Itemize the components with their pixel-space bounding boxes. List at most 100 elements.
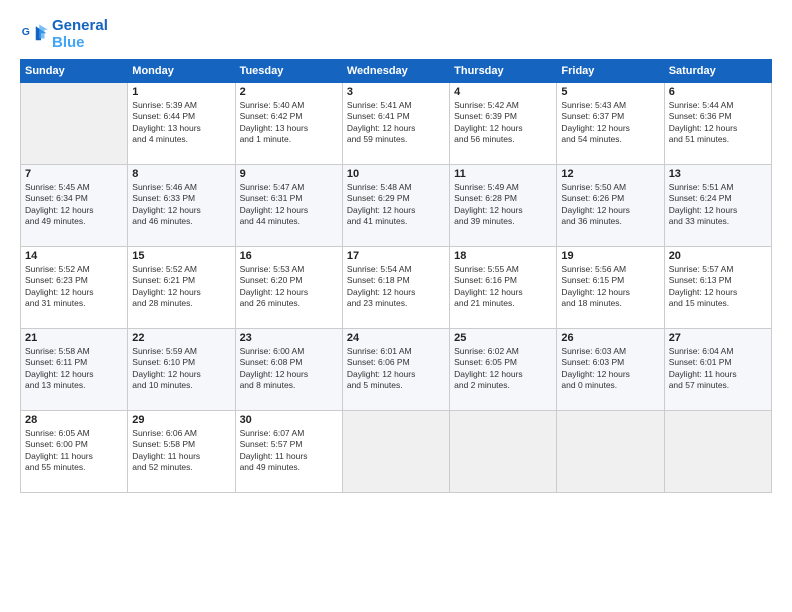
day-number: 3 (347, 86, 445, 98)
calendar-cell: 29Sunrise: 6:06 AM Sunset: 5:58 PM Dayli… (128, 411, 235, 493)
calendar-cell: 11 Sunrise: 5:49 AM Sunset: 6:28 PM Dayli… (450, 165, 557, 247)
calendar-cell: 18Sunrise: 5:55 AM Sunset: 6:16 PM Dayli… (450, 247, 557, 329)
calendar-cell (664, 411, 771, 493)
day-info: Sunrise: 5:48 AM Sunset: 6:29 PM Dayligh… (347, 182, 445, 228)
calendar-cell: 28 Sunrise: 6:05 AM Sunset: 6:00 PM Dayli… (21, 411, 128, 493)
day-number: 26 (561, 332, 659, 344)
svg-text:G: G (22, 26, 30, 38)
day-info: Sunrise: 5:50 AM Sunset: 6:26 PM Dayligh… (561, 182, 659, 228)
calendar-cell: 21 Sunrise: 5:58 AM Sunset: 6:11 PM Dayli… (21, 329, 128, 411)
day-number: 16 (240, 250, 338, 262)
day-number: 14 (25, 250, 123, 262)
calendar-cell: 17Sunrise: 5:54 AM Sunset: 6:18 PM Dayli… (342, 247, 449, 329)
calendar-cell (342, 411, 449, 493)
day-info: Sunrise: 5:49 AM Sunset: 6:28 PM Dayligh… (454, 182, 552, 228)
day-number: 24 (347, 332, 445, 344)
calendar-cell: 20Sunrise: 5:57 AM Sunset: 6:13 PM Dayli… (664, 247, 771, 329)
day-number: 2 (240, 86, 338, 98)
day-info: Sunrise: 6:04 AM Sunset: 6:01 PM Dayligh… (669, 346, 767, 392)
calendar-cell: 9 Sunrise: 5:47 AM Sunset: 6:31 PM Daylig… (235, 165, 342, 247)
calendar-week-row: 1 Sunrise: 5:39 AM Sunset: 6:44 PM Daylig… (21, 83, 772, 165)
calendar-cell: 3 Sunrise: 5:41 AM Sunset: 6:41 PM Daylig… (342, 83, 449, 165)
day-number: 21 (25, 332, 123, 344)
day-info: Sunrise: 5:39 AM Sunset: 6:44 PM Dayligh… (132, 100, 230, 146)
calendar-cell (21, 83, 128, 165)
calendar-cell: 5 Sunrise: 5:43 AM Sunset: 6:37 PM Daylig… (557, 83, 664, 165)
day-number: 5 (561, 86, 659, 98)
day-number: 25 (454, 332, 552, 344)
calendar-week-row: 7 Sunrise: 5:45 AM Sunset: 6:34 PM Daylig… (21, 165, 772, 247)
calendar-cell: 8 Sunrise: 5:46 AM Sunset: 6:33 PM Daylig… (128, 165, 235, 247)
day-number: 23 (240, 332, 338, 344)
calendar-cell: 26 Sunrise: 6:03 AM Sunset: 6:03 PM Dayli… (557, 329, 664, 411)
col-header-friday: Friday (557, 60, 664, 83)
col-header-monday: Monday (128, 60, 235, 83)
calendar-cell: 19 Sunrise: 5:56 AM Sunset: 6:15 PM Dayli… (557, 247, 664, 329)
day-info: Sunrise: 5:52 AM Sunset: 6:23 PM Dayligh… (25, 264, 123, 310)
calendar-cell: 2 Sunrise: 5:40 AM Sunset: 6:42 PM Daylig… (235, 83, 342, 165)
day-info: Sunrise: 5:40 AM Sunset: 6:42 PM Dayligh… (240, 100, 338, 146)
calendar-header-row: SundayMondayTuesdayWednesdayThursdayFrid… (21, 60, 772, 83)
logo-text-line1: General (52, 18, 108, 35)
calendar-cell: 16Sunrise: 5:53 AM Sunset: 6:20 PM Dayli… (235, 247, 342, 329)
day-number: 22 (132, 332, 230, 344)
page-header: G General Blue (20, 18, 772, 51)
calendar-table: SundayMondayTuesdayWednesdayThursdayFrid… (20, 59, 772, 493)
calendar-cell: 1 Sunrise: 5:39 AM Sunset: 6:44 PM Daylig… (128, 83, 235, 165)
day-info: Sunrise: 6:05 AM Sunset: 6:00 PM Dayligh… (25, 428, 123, 474)
day-info: Sunrise: 5:55 AM Sunset: 6:16 PM Dayligh… (454, 264, 552, 310)
calendar-cell: 7 Sunrise: 5:45 AM Sunset: 6:34 PM Daylig… (21, 165, 128, 247)
day-number: 28 (25, 414, 123, 426)
day-info: Sunrise: 5:52 AM Sunset: 6:21 PM Dayligh… (132, 264, 230, 310)
day-number: 6 (669, 86, 767, 98)
calendar-week-row: 14 Sunrise: 5:52 AM Sunset: 6:23 PM Dayli… (21, 247, 772, 329)
col-header-wednesday: Wednesday (342, 60, 449, 83)
calendar-cell: 25Sunrise: 6:02 AM Sunset: 6:05 PM Dayli… (450, 329, 557, 411)
day-info: Sunrise: 5:58 AM Sunset: 6:11 PM Dayligh… (25, 346, 123, 392)
calendar-cell: 22 Sunrise: 5:59 AM Sunset: 6:10 PM Dayli… (128, 329, 235, 411)
day-info: Sunrise: 5:47 AM Sunset: 6:31 PM Dayligh… (240, 182, 338, 228)
day-number: 8 (132, 168, 230, 180)
calendar-cell: 12 Sunrise: 5:50 AM Sunset: 6:26 PM Dayli… (557, 165, 664, 247)
day-number: 29 (132, 414, 230, 426)
calendar-week-row: 21 Sunrise: 5:58 AM Sunset: 6:11 PM Dayli… (21, 329, 772, 411)
day-info: Sunrise: 5:59 AM Sunset: 6:10 PM Dayligh… (132, 346, 230, 392)
day-info: Sunrise: 6:07 AM Sunset: 5:57 PM Dayligh… (240, 428, 338, 474)
calendar-cell: 24 Sunrise: 6:01 AM Sunset: 6:06 PM Dayli… (342, 329, 449, 411)
day-info: Sunrise: 5:51 AM Sunset: 6:24 PM Dayligh… (669, 182, 767, 228)
calendar-cell (450, 411, 557, 493)
col-header-sunday: Sunday (21, 60, 128, 83)
day-number: 19 (561, 250, 659, 262)
calendar-cell: 13 Sunrise: 5:51 AM Sunset: 6:24 PM Dayli… (664, 165, 771, 247)
calendar-cell: 14 Sunrise: 5:52 AM Sunset: 6:23 PM Dayli… (21, 247, 128, 329)
day-info: Sunrise: 6:01 AM Sunset: 6:06 PM Dayligh… (347, 346, 445, 392)
day-number: 30 (240, 414, 338, 426)
logo-text-line2: Blue (52, 35, 108, 52)
calendar-cell: 30 Sunrise: 6:07 AM Sunset: 5:57 PM Dayli… (235, 411, 342, 493)
day-info: Sunrise: 5:45 AM Sunset: 6:34 PM Dayligh… (25, 182, 123, 228)
day-number: 12 (561, 168, 659, 180)
day-info: Sunrise: 5:44 AM Sunset: 6:36 PM Dayligh… (669, 100, 767, 146)
logo-icon: G (20, 21, 48, 49)
day-number: 7 (25, 168, 123, 180)
day-number: 13 (669, 168, 767, 180)
calendar-cell: 10 Sunrise: 5:48 AM Sunset: 6:29 PM Dayli… (342, 165, 449, 247)
day-info: Sunrise: 5:41 AM Sunset: 6:41 PM Dayligh… (347, 100, 445, 146)
day-info: Sunrise: 5:56 AM Sunset: 6:15 PM Dayligh… (561, 264, 659, 310)
day-info: Sunrise: 5:46 AM Sunset: 6:33 PM Dayligh… (132, 182, 230, 228)
day-info: Sunrise: 6:03 AM Sunset: 6:03 PM Dayligh… (561, 346, 659, 392)
day-number: 20 (669, 250, 767, 262)
day-number: 15 (132, 250, 230, 262)
calendar-cell: 15 Sunrise: 5:52 AM Sunset: 6:21 PM Dayli… (128, 247, 235, 329)
calendar-cell: 4Sunrise: 5:42 AM Sunset: 6:39 PM Daylig… (450, 83, 557, 165)
day-number: 10 (347, 168, 445, 180)
day-info: Sunrise: 5:43 AM Sunset: 6:37 PM Dayligh… (561, 100, 659, 146)
calendar-cell (557, 411, 664, 493)
day-info: Sunrise: 5:54 AM Sunset: 6:18 PM Dayligh… (347, 264, 445, 310)
col-header-thursday: Thursday (450, 60, 557, 83)
day-number: 11 (454, 168, 552, 180)
day-number: 1 (132, 86, 230, 98)
day-number: 9 (240, 168, 338, 180)
calendar-cell: 23Sunrise: 6:00 AM Sunset: 6:08 PM Dayli… (235, 329, 342, 411)
col-header-tuesday: Tuesday (235, 60, 342, 83)
